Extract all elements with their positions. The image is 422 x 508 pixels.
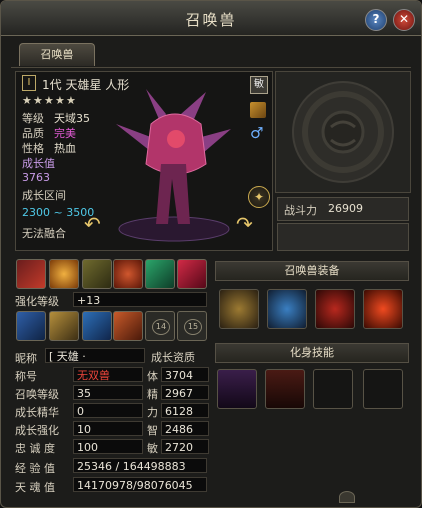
totem-emblem-icon (292, 81, 394, 183)
nickname-label: 昵称 (15, 352, 37, 365)
enhance-value: +13 (73, 292, 207, 307)
flame-claw-skill-icon[interactable] (113, 311, 143, 341)
locked-slot-14-icon[interactable]: 14 (145, 311, 175, 341)
male-gender-icon: ♂ (250, 124, 264, 142)
stat-label: 忠 诚 度 (15, 442, 55, 455)
stat-label: 敏 (147, 442, 158, 455)
stat-value: 2486 (161, 421, 209, 436)
claw-skill-icon[interactable] (16, 259, 46, 289)
soul-value: 14170978/98076045 (73, 477, 207, 492)
fist-skill-icon[interactable] (16, 311, 46, 341)
stat-label: 成长强化 (15, 424, 59, 437)
combat-power-label: 战斗力 (284, 204, 317, 217)
help-icon[interactable]: ? (365, 9, 387, 31)
rarity-badge: 敏 (250, 76, 268, 94)
window-title: 召唤兽 (185, 11, 237, 29)
compass-icon[interactable]: ✦ (248, 186, 270, 208)
stat-value: 100 (73, 439, 143, 454)
stat-value: 0 (73, 403, 143, 418)
star-icon: ★ (33, 94, 43, 107)
slot-14-label: 14 (152, 319, 170, 335)
cross-blade-skill-icon[interactable] (177, 259, 207, 289)
personality-label: 性格 (22, 142, 44, 155)
stat-label: 精 (147, 388, 158, 401)
star-icon: ★ (66, 94, 76, 107)
skill-header: 化身技能 (215, 343, 409, 363)
locked-slot-15-icon[interactable]: 15 (177, 311, 207, 341)
goblin-skill-icon[interactable] (82, 259, 112, 289)
avatar-skill-3-icon[interactable] (313, 369, 353, 409)
slot-15-label: 15 (184, 319, 202, 335)
amber-gem-skill-icon[interactable] (49, 259, 79, 289)
avatar-skill-1-icon[interactable] (217, 369, 257, 409)
generation-icon: I (22, 75, 36, 91)
equip-weapon-icon[interactable] (219, 289, 259, 329)
level-label: 等级 (22, 112, 44, 125)
tab-strip: 召唤兽 (11, 43, 411, 68)
slash-skill-icon[interactable] (82, 311, 112, 341)
stat-value: 2720 (161, 439, 209, 454)
stat-label: 召唤等级 (15, 388, 59, 401)
stat-value: 3704 (161, 367, 209, 382)
equip-orb-icon[interactable] (363, 289, 403, 329)
star-icon: ★ (44, 94, 54, 107)
growth-label: 成长值 (22, 157, 55, 170)
quality-label: 品质 (22, 127, 44, 140)
demon-skill-icon[interactable] (113, 259, 143, 289)
fuse-label: 无法融合 (22, 227, 66, 240)
wind-skill-icon[interactable] (145, 259, 175, 289)
nickname-field[interactable]: [ 天雄 · (45, 348, 145, 363)
stat-label: 智 (147, 424, 158, 437)
star-icon: ★ (22, 94, 32, 107)
combat-power-value: 26909 (328, 202, 363, 215)
dropdown-arrow-icon[interactable] (339, 491, 355, 503)
equip-header: 召唤兽装备 (215, 261, 409, 281)
soul-label: 天 魂 值 (15, 481, 55, 494)
avatar-skill-4-icon[interactable] (363, 369, 403, 409)
stat-label: 力 (147, 406, 158, 419)
empty-info-box (277, 223, 409, 251)
rotate-left-icon[interactable]: ↶ (84, 212, 101, 236)
stat-label: 体 (147, 370, 158, 383)
stat-value: 35 (73, 385, 143, 400)
close-icon[interactable]: ✕ (393, 9, 415, 31)
stat-value: 2967 (161, 385, 209, 400)
growth-range-label: 成长区间 (22, 189, 66, 202)
equip-helmet-icon[interactable] (315, 289, 355, 329)
growth-aptitude-label: 成长资质 (151, 351, 195, 364)
personality-value: 热血 (54, 142, 76, 155)
enhance-label: 强化等级 (15, 295, 59, 308)
avatar-skill-2-icon[interactable] (265, 369, 305, 409)
sword-skill-icon[interactable] (49, 311, 79, 341)
experience-label: 经 验 值 (15, 462, 55, 475)
stat-title-value: 无双兽 (73, 367, 143, 382)
stat-value: 6128 (161, 403, 209, 418)
emblem-panel (275, 71, 411, 193)
pet-window: 召唤兽 ? ✕ 召唤兽 I 1代 天雄星 人形 ★ ★ ★ ★ ★ 等级 天域3… (0, 0, 422, 508)
growth-value: 3763 (22, 171, 50, 184)
pet-display-panel: I 1代 天雄星 人形 ★ ★ ★ ★ ★ 等级 天域35 品质 完美 性格 热… (15, 71, 273, 251)
star-icon: ★ (55, 94, 65, 107)
stat-label: 成长精华 (15, 406, 59, 419)
equip-staff-icon[interactable] (267, 289, 307, 329)
combat-power-box: 战斗力 26909 (277, 197, 409, 221)
pet-model-image (116, 89, 231, 242)
stat-value: 10 (73, 421, 143, 436)
level-value: 天域35 (54, 112, 90, 125)
stat-label: 称号 (15, 370, 37, 383)
rotate-right-icon[interactable]: ↷ (236, 212, 253, 236)
title-bar: 召唤兽 ? ✕ (1, 1, 421, 36)
quality-value: 完美 (54, 127, 76, 140)
tab-pet[interactable]: 召唤兽 (19, 43, 95, 66)
claw-icon (250, 102, 266, 118)
experience-value: 25346 / 164498883 (73, 458, 207, 473)
